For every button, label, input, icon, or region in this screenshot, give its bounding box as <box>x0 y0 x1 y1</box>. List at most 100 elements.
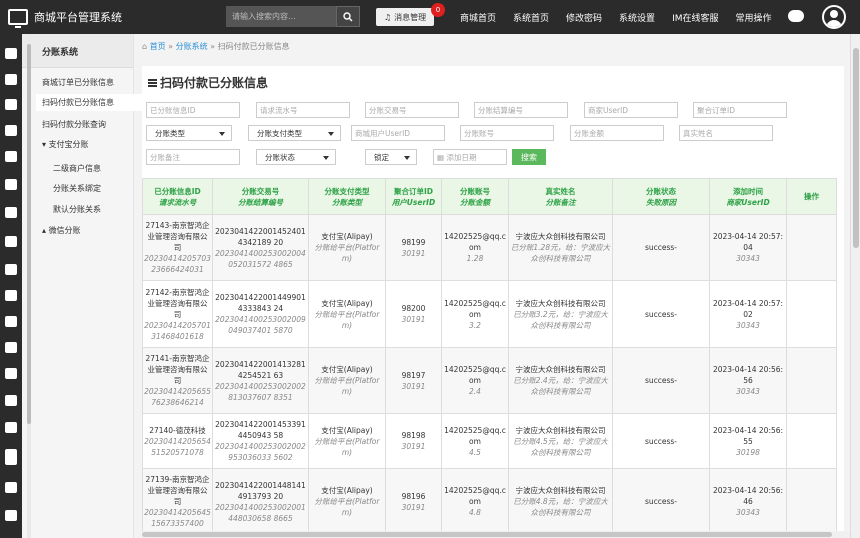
cell-actions <box>786 468 837 535</box>
cart-icon[interactable] <box>5 125 17 136</box>
page-scrollbar[interactable] <box>850 34 860 538</box>
sidebar-item-default-relation[interactable]: 默认分账关系 <box>53 204 101 215</box>
search-submit-button[interactable]: 搜索 <box>512 149 546 165</box>
breadcrumb-level1[interactable]: 分账系统 <box>176 42 208 51</box>
user-icon[interactable] <box>5 207 17 218</box>
cell-sub: 已分账4.5元，给：宁波应大众创科技有限公司 <box>513 436 608 457</box>
cell-sub: 分账给平台(Platform) <box>314 309 380 330</box>
split-table: 已分账信息ID 请求流水号 分账交易号 分账结算编号 分账支付类型 分账类型 聚合订单… <box>142 178 837 535</box>
clock-icon[interactable] <box>5 342 17 353</box>
cell-time: 2023-04-14 20:56:55 30198 <box>709 413 787 469</box>
filter-split-type[interactable]: 分账类型 <box>146 125 232 141</box>
cell-main: 98198 <box>401 431 426 440</box>
star-icon[interactable] <box>5 395 17 406</box>
cell-main: 宁波应大众创科技有限公司 <box>515 232 606 241</box>
filter-merchant-uid[interactable]: 商家UserID <box>584 102 678 118</box>
truck-icon[interactable] <box>5 290 17 301</box>
cell-trade: 20230414220014481414913793 20 20230414002… <box>212 468 309 535</box>
gift-icon[interactable] <box>5 151 17 162</box>
col-header-main: 操作 <box>804 192 819 201</box>
message-icon[interactable] <box>5 264 17 275</box>
home-icon: ⌂ <box>142 42 150 51</box>
trophy-icon[interactable] <box>5 422 17 433</box>
cell-main: success- <box>644 376 678 385</box>
filter-trade-no[interactable]: 分账交易号 <box>365 102 459 118</box>
cell-time: 2023-04-14 20:57:02 30343 <box>709 280 787 348</box>
status-value: 分账状态 <box>265 153 295 162</box>
cell-main: 支付宝(Alipay) <box>321 365 373 374</box>
pie-chart-icon[interactable] <box>5 316 17 327</box>
filter-remark[interactable]: 分账备注 <box>146 149 240 165</box>
filter-amount[interactable]: 分账金额 <box>570 125 664 141</box>
search-button[interactable] <box>336 6 360 27</box>
money-icon[interactable] <box>5 179 17 190</box>
sidebar-group-wechat[interactable]: ▴ 微信分账 <box>42 225 81 236</box>
col-header-main: 分账状态 <box>646 186 676 196</box>
filter-settle-no[interactable]: 分账结算编号 <box>474 102 568 118</box>
filter-user-uid[interactable]: 商城用户UserID <box>351 125 445 141</box>
nav-change-password[interactable]: 修改密码 <box>566 11 602 24</box>
chat-icon[interactable] <box>788 10 804 22</box>
users-icon[interactable] <box>5 368 17 379</box>
message-button[interactable]: ♫ 消息管理 <box>376 8 435 26</box>
globe-icon[interactable] <box>5 482 17 493</box>
breadcrumb-home[interactable]: 首页 <box>150 42 166 51</box>
sidebar-item-mall-split[interactable]: 商城订单已分账信息 <box>42 77 114 88</box>
filter-request-no[interactable]: 请求流水号 <box>256 102 350 118</box>
message-label: 消息管理 <box>394 12 427 22</box>
filter-account[interactable]: 分账账号 <box>460 125 554 141</box>
cell-actions <box>786 280 837 348</box>
flag-icon[interactable] <box>5 510 17 521</box>
avatar[interactable] <box>822 5 846 29</box>
nav-system-settings[interactable]: 系统设置 <box>619 11 655 24</box>
chevron-down-icon <box>219 132 225 136</box>
cell-main: 14202525@qq.com <box>444 232 506 252</box>
nav-common-actions[interactable]: 常用操作 <box>735 11 771 24</box>
chevron-down-icon <box>328 132 334 136</box>
cell-name: 宁波应大众创科技有限公司 已分账4.5元，给：宁波应大众创科技有限公司 <box>508 413 613 469</box>
cell-main: 20230414220014481414913793 20 <box>215 480 306 501</box>
filter-date[interactable]: ▦ 添加日期 <box>433 149 507 165</box>
bank-icon[interactable] <box>5 99 17 110</box>
cell-sub: 3.2 <box>469 320 481 330</box>
col-header-time: 添加时间 商家UserID <box>709 178 787 215</box>
bell-icon: ♫ <box>384 12 392 22</box>
cell-paytype: 支付宝(Alipay) 分账给平台(Platform) <box>308 413 386 469</box>
table-horizontal-scrollbar[interactable] <box>142 531 850 538</box>
filter-real-name[interactable]: 真实姓名 <box>679 125 773 141</box>
lock-value: 锁定 <box>374 153 389 162</box>
col-header-sub: 用户UserID <box>391 197 436 207</box>
cell-sub: 4.8 <box>469 508 481 517</box>
cell-main: 2023-04-14 20:56:56 <box>712 365 784 385</box>
sidebar-group-alipay[interactable]: ▾ 支付宝分账 <box>42 139 89 150</box>
nav-system-home[interactable]: 系统首页 <box>513 11 549 24</box>
sidebar-item-scan-split[interactable]: 扫码付款已分账信息 <box>36 94 148 111</box>
app-title: 商城平台管理系统 <box>34 11 122 24</box>
col-header-trade: 分账交易号 分账结算编号 <box>212 178 309 215</box>
share-icon[interactable] <box>5 74 17 85</box>
col-header-main: 分账交易号 <box>241 186 280 196</box>
filter-status[interactable]: 分账状态 <box>256 149 336 165</box>
cell-main: 14202525@qq.com <box>444 486 506 506</box>
sidebar-title: 分账系统 <box>22 34 133 68</box>
cell-name: 宁波应大众创科技有限公司 已分账3.2元，给：宁波应大众创科技有限公司 <box>508 280 613 348</box>
sidebar-scrollbar[interactable] <box>27 34 31 538</box>
sidebar-item-sub-merchant[interactable]: 二级商户信息 <box>53 163 101 174</box>
sidebar-item-bind-relation[interactable]: 分账关系绑定 <box>53 183 101 194</box>
nav-mall-home[interactable]: 商城首页 <box>460 11 496 24</box>
cell-sub: 2023041420565576238646214 <box>144 387 211 407</box>
cell-id: 27140-德茂科技 2023041420565451520571078 <box>142 413 213 469</box>
cell-main: 宁波应大众创科技有限公司 <box>515 486 606 495</box>
share-alt-icon[interactable] <box>5 454 17 465</box>
calendar-icon[interactable] <box>5 236 17 247</box>
filter-pay-type[interactable]: 分账支付类型 <box>248 125 341 141</box>
filter-lock[interactable]: 锁定 <box>365 149 417 165</box>
col-header-sub: 分账结算编号 <box>238 197 283 207</box>
filter-split-id[interactable]: 已分账信息ID <box>146 102 240 118</box>
cell-trade: 20230414220014533914450943 58 20230414002… <box>212 413 309 469</box>
search-input[interactable] <box>226 6 336 27</box>
home-icon[interactable] <box>5 48 17 59</box>
filter-order-id[interactable]: 聚合订单ID <box>693 102 787 118</box>
nav-im-service[interactable]: IM在线客服 <box>672 11 718 24</box>
sidebar-item-scan-query[interactable]: 扫码付款分账查询 <box>42 119 106 130</box>
